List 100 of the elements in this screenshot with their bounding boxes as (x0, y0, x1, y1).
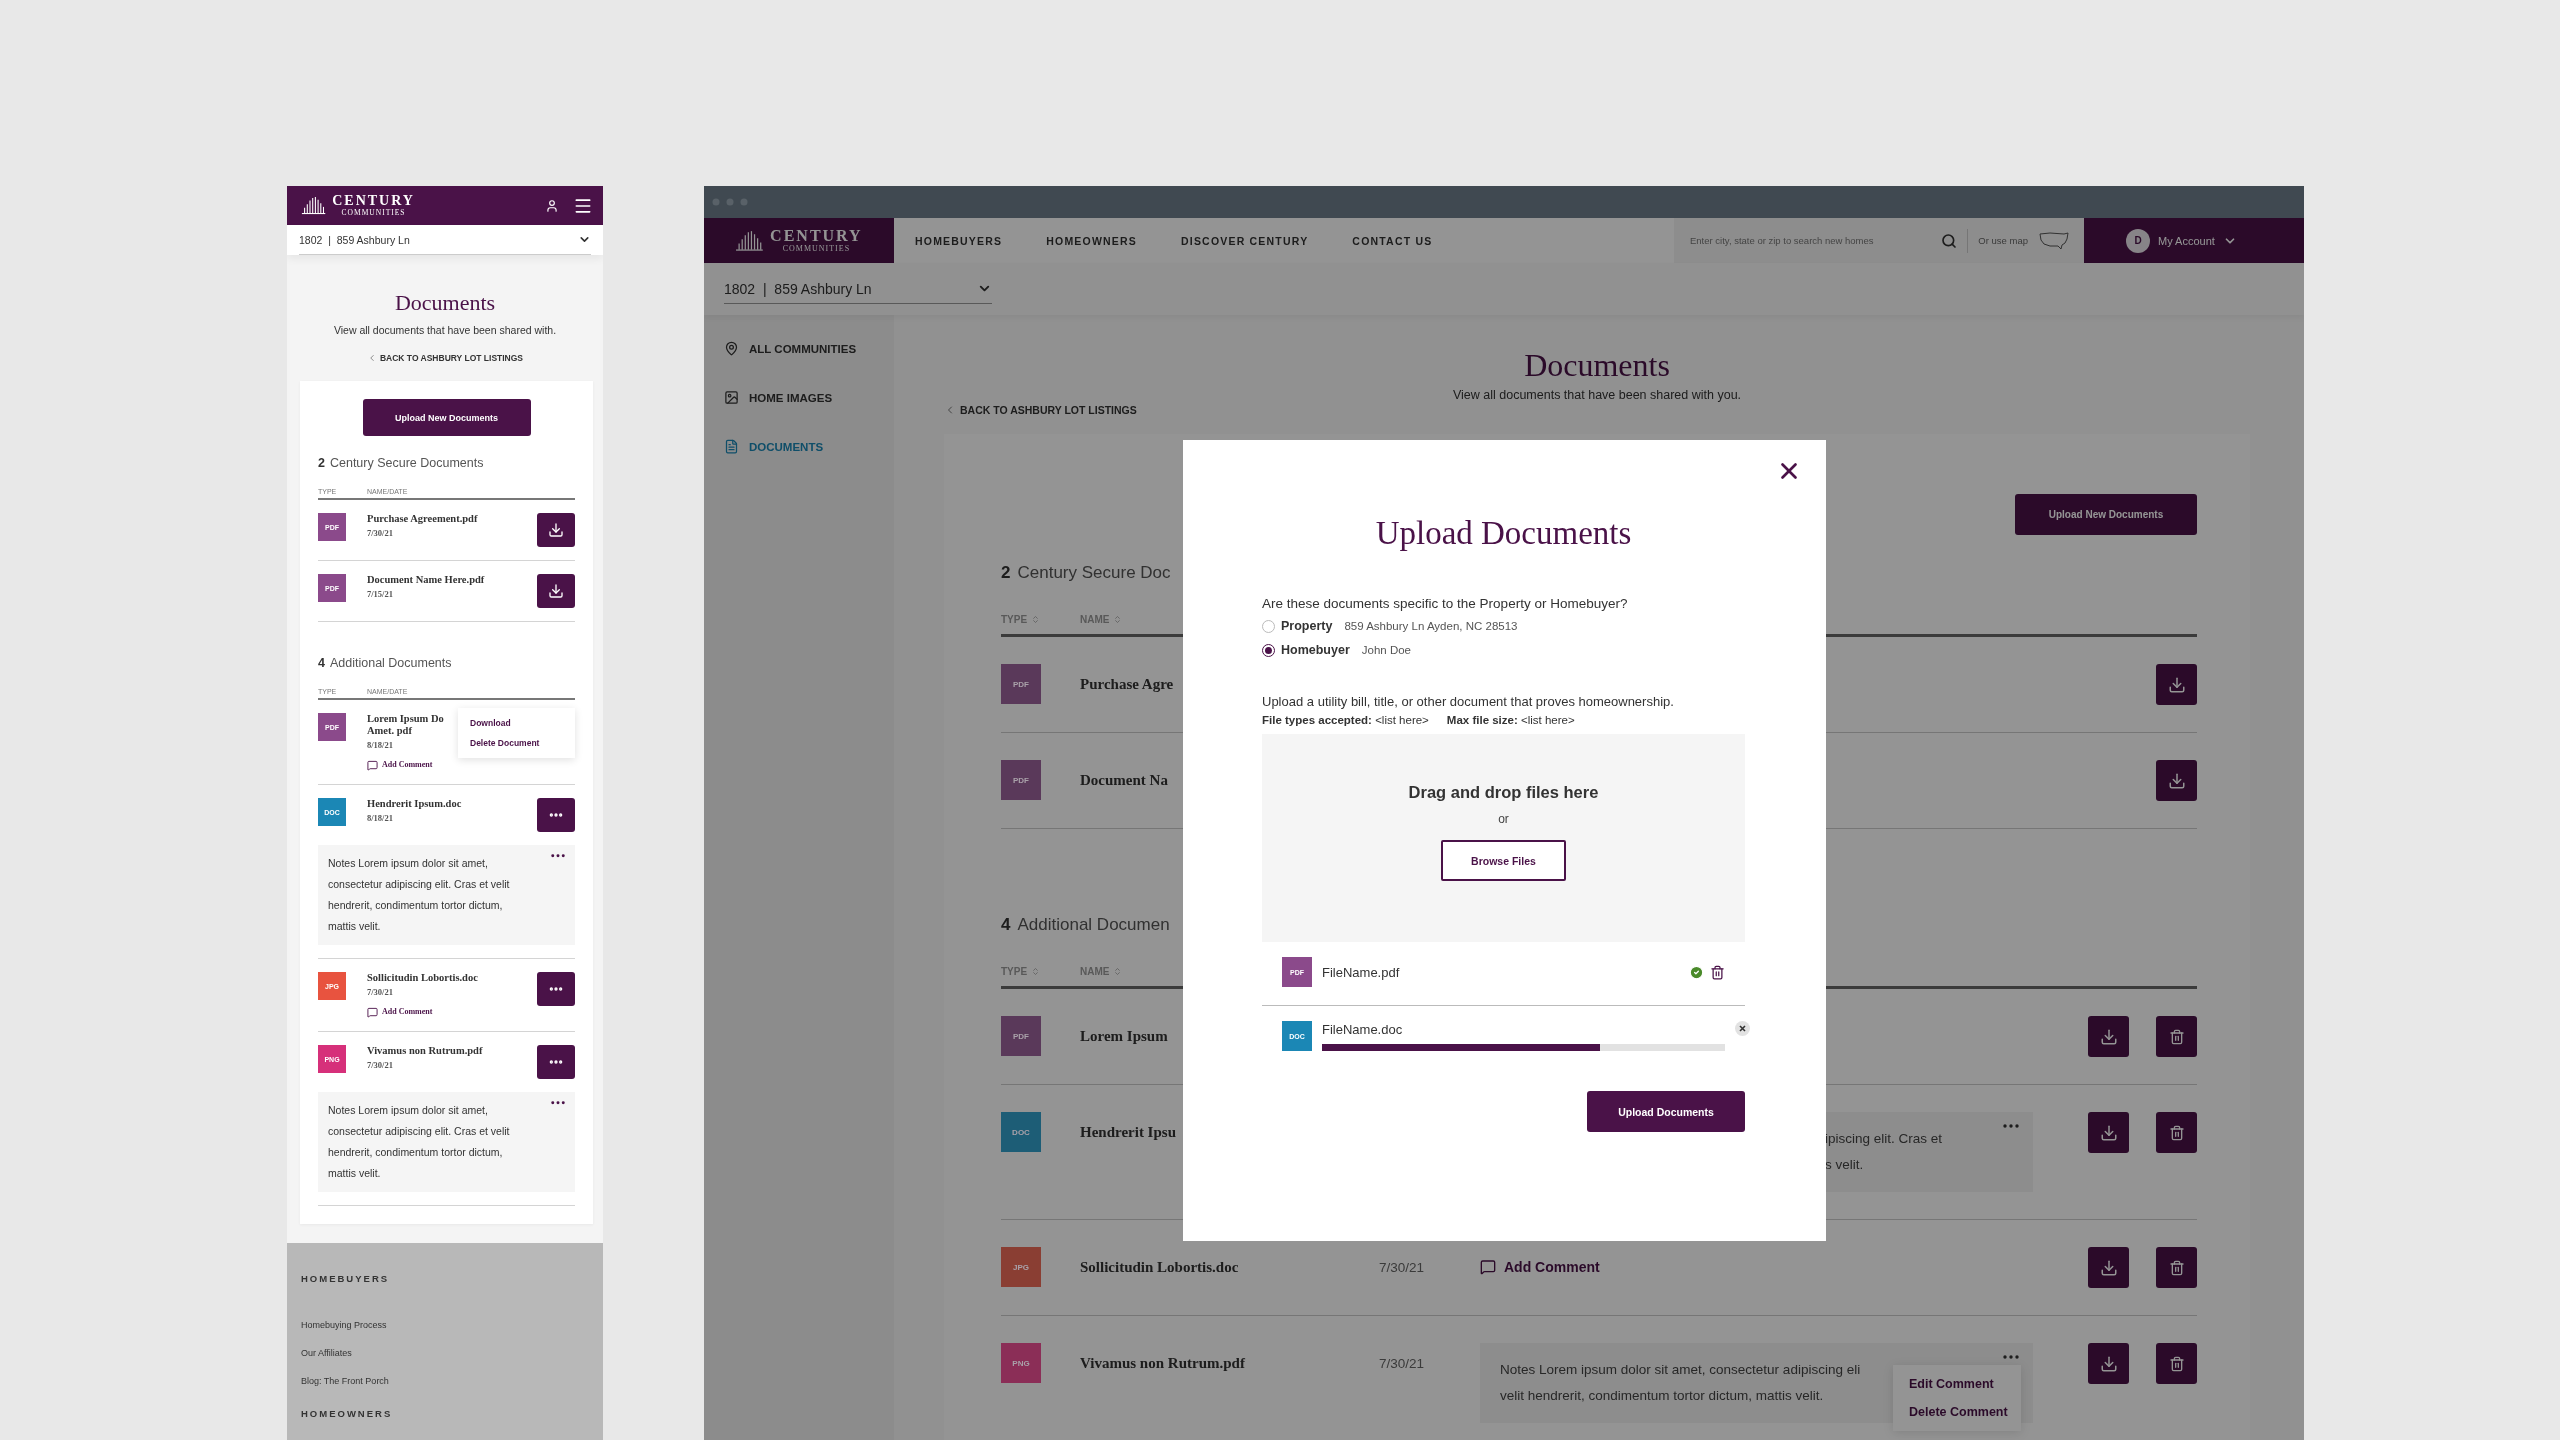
browse-button[interactable]: Browse Files (1441, 840, 1566, 881)
logo-icon (301, 196, 327, 215)
file-name: FileName.pdf (1322, 964, 1401, 980)
search-icon (1941, 232, 1958, 249)
nav-link[interactable]: DISCOVER CENTURY (1181, 234, 1309, 247)
nav-link[interactable]: HOMEOWNERS (1046, 234, 1137, 247)
file-date: 8/18/21 (367, 812, 393, 824)
section-count: 2 (1001, 563, 1011, 583)
file-name: Purchase Agre (1080, 675, 1174, 693)
file-name: Sollicitudin Lobortis.doc (1080, 1258, 1239, 1276)
section-count: 4 (318, 656, 325, 670)
note-text: Notes Lorem ipsum dolor sit amet, consectetur adipiscing elit. Cras et velit hendrerit, condimentum tortor dictum, mattis velit. (318, 1092, 575, 1192)
download-button[interactable] (2088, 1016, 2129, 1057)
column-header: TYPE (1001, 614, 1028, 625)
check-icon (1689, 964, 1704, 980)
download-icon (2099, 1027, 2118, 1046)
delete-button[interactable] (2156, 1343, 2197, 1384)
sidebar-item[interactable]: ALL COMMUNITIES (724, 341, 894, 356)
page-title: Documents (393, 291, 497, 315)
avatar: D (2126, 228, 2150, 253)
footer-heading: HOMEBUYERS (301, 1273, 391, 1284)
download-button[interactable] (2156, 664, 2197, 705)
delete-button[interactable] (2156, 1112, 2197, 1153)
file-date: 8/18/21 (367, 739, 393, 751)
menu-item[interactable]: Delete Document (470, 738, 563, 748)
column-header: TYPE (1001, 966, 1028, 977)
download-button[interactable] (537, 513, 575, 547)
delete-button[interactable] (2156, 1247, 2197, 1288)
footer-link[interactable]: Our Affiliates (301, 1348, 352, 1358)
nav-link[interactable]: HOMEBUYERS (915, 234, 1003, 247)
sort-icon (1113, 615, 1123, 624)
back-link[interactable]: BACK TO ASHBURY LOT LISTINGS (366, 353, 524, 363)
delete-button[interactable] (2156, 1016, 2197, 1057)
file-name: Document Na (1080, 771, 1168, 789)
section-count: 4 (1001, 915, 1011, 935)
search-field[interactable]: Enter city, state or zip to search new homes (1688, 234, 1932, 247)
drop-or-text: or (1498, 812, 1509, 826)
comment-icon (367, 1006, 378, 1018)
option-label: Homebuyer (1281, 643, 1350, 657)
logo-tagline: COMMUNITIES (782, 243, 851, 254)
nav-link[interactable]: CONTACT US (1352, 234, 1433, 247)
file-name: Vivamus non Rutrum.pdf (1080, 1354, 1245, 1372)
option-label: Property (1281, 619, 1333, 633)
back-link[interactable]: BACK TO ASHBURY LOT LISTINGS (944, 404, 1137, 416)
more-icon (2003, 1355, 2019, 1359)
account-menu[interactable]: D My Account (2084, 218, 2304, 263)
column-header: NAME (1080, 614, 1110, 625)
note-text: s velit. (1825, 1156, 1864, 1174)
note-text: ipiscing elit. Cras et (1825, 1130, 1943, 1148)
menu-item[interactable]: Edit Comment (1909, 1377, 2005, 1391)
sidebar-item[interactable]: HOME IMAGES (724, 390, 894, 405)
logo-name: CENTURY (332, 194, 415, 208)
upload-button[interactable]: Upload New Documents (362, 399, 531, 436)
address-select[interactable]: 1802 | 859 Ashbury Ln (724, 274, 992, 304)
image-icon (724, 390, 739, 405)
file-date: 7/30/21 (367, 527, 393, 539)
section-title: Century Secure Documents (329, 456, 484, 470)
page-subtitle: View all documents that have been shared with. (332, 324, 558, 336)
download-icon (548, 522, 564, 538)
more-button[interactable] (537, 798, 575, 832)
add-comment-link[interactable]: Add Comment (367, 759, 433, 771)
footer-heading: HOMEOWNERS (301, 1408, 394, 1419)
menu-item[interactable]: Download (470, 718, 563, 728)
download-button[interactable] (2088, 1343, 2129, 1384)
document-icon (724, 439, 739, 454)
download-icon (2167, 771, 2186, 790)
section-count: 2 (318, 456, 325, 470)
map-link[interactable]: Or use map (1978, 235, 2028, 246)
trash-icon[interactable] (1710, 964, 1725, 980)
upload-button[interactable]: Upload New Documents (2015, 494, 2197, 535)
note-text: Notes Lorem ipsum dolor sit amet, consectetur adipiscing eli (1500, 1361, 1861, 1379)
download-button[interactable] (2088, 1112, 2129, 1153)
more-button[interactable] (537, 972, 575, 1006)
download-icon (2167, 675, 2186, 694)
download-button[interactable] (2156, 760, 2197, 801)
page-title: Documents (1523, 346, 1671, 385)
upload-documents-button[interactable]: Upload Documents (1587, 1091, 1745, 1132)
map-icon (2038, 230, 2070, 251)
file-type-badge: JPG (1001, 1247, 1041, 1287)
download-button[interactable] (2088, 1247, 2129, 1288)
cancel-icon[interactable] (1735, 1021, 1750, 1036)
more-button[interactable] (537, 1045, 575, 1079)
section-title: Additional Documents (329, 656, 452, 670)
file-name: Hendrerit Ipsum.doc (367, 798, 462, 810)
dialog-title: Upload Documents (1374, 514, 1633, 553)
download-icon (548, 583, 564, 599)
more-icon (2003, 1124, 2019, 1128)
add-comment-link[interactable]: Add Comment (367, 1006, 433, 1018)
account-label: My Account (2158, 234, 2215, 247)
add-comment-link[interactable]: Add Comment (1480, 1259, 1600, 1275)
trash-icon (2168, 1355, 2185, 1372)
max-size-text: Max file size: <list here> (1446, 714, 1575, 726)
file-name: FileName.doc (1322, 1021, 1404, 1037)
footer-link[interactable]: Blog: The Front Porch (301, 1376, 389, 1386)
file-name: Amet. pdf (367, 725, 412, 737)
footer-link[interactable]: Homebuying Process (301, 1320, 387, 1330)
file-name: Lorem Ipsum (1080, 1027, 1168, 1045)
map-pin-icon (724, 341, 739, 356)
download-button[interactable] (537, 574, 575, 608)
file-date: 7/30/21 (1379, 1355, 1425, 1371)
